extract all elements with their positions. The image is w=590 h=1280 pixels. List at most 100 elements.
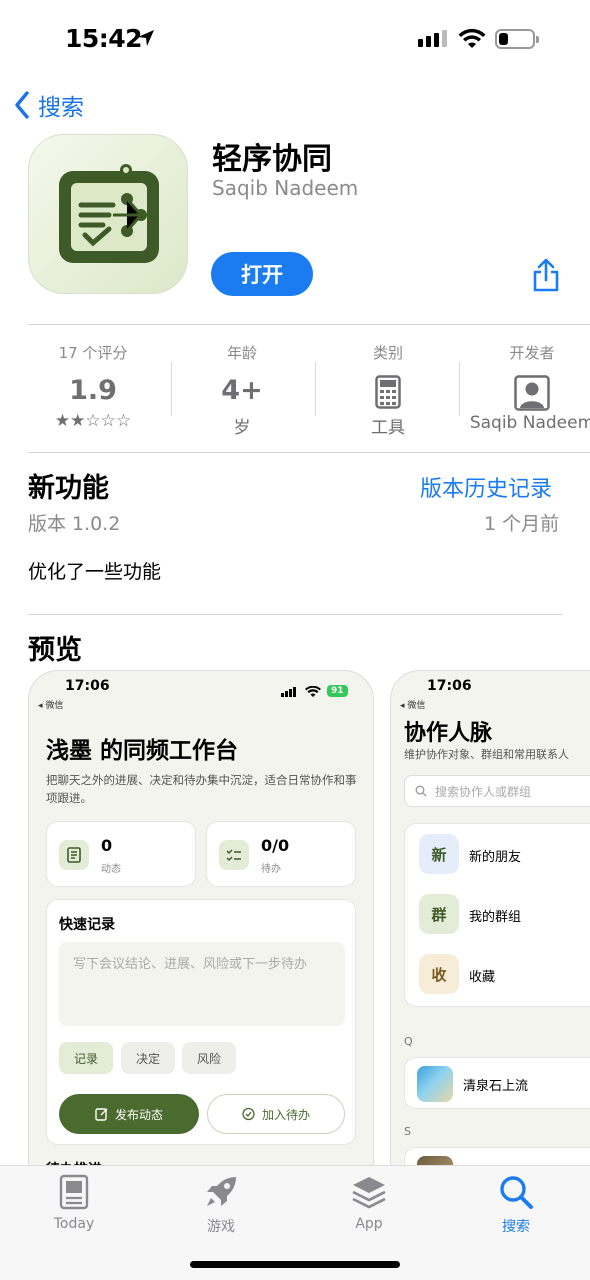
ratings-label: 17 个评分 [58,344,128,362]
preview-screenshot-2[interactable]: 17:06 ◂ 微信 协作人脉 维护协作对象、群组和常用联系人 搜索协作人或群组… [390,670,590,1190]
divider [459,362,460,416]
layers-icon [352,1177,386,1209]
rating-value: 1.9 [69,375,117,406]
divider [28,324,590,325]
my-groups-badge: 群 [419,894,459,934]
chevron-left-icon [15,91,29,119]
chip-risk[interactable]: 风险 [182,1042,236,1074]
home-indicator [190,1261,400,1268]
status-time: 15:42 [65,24,143,53]
shot-signal-icon [281,687,296,697]
shot-status-time: 17:06 [65,678,110,694]
tab-games[interactable]: 游戏 [171,1174,271,1236]
document-icon [59,840,89,870]
tab-today-label: Today [53,1216,95,1232]
tab-games-label: 游戏 [207,1219,235,1235]
age-cell: 年龄 4+ 岁 [172,336,312,446]
developer-label: 开发者 [509,344,555,362]
back-label: 搜索 [38,95,84,121]
developer-cell[interactable]: 开发者 Saqib Nadeem [462,336,590,446]
checklist-icon [219,840,249,870]
shot-description: 把聊天之外的进展、决定和待办集中沉淀，适合日常协作和事项跟进。 [46,773,357,805]
quick-record-card: 快速记录 写下会议结论、进展、风险或下一步待办 记录 决定 风险 发布动态 加入… [46,899,356,1145]
tab-today[interactable]: Today [24,1174,124,1232]
publish-button[interactable]: 发布动态 [59,1094,199,1134]
avatar [417,1066,453,1102]
preview-screenshot-1[interactable]: 17:06 ◂ 微信 91 浅墨 的同频工作台 把聊天之外的进展、决定和待办集中… [28,670,374,1190]
shot-back-wechat: ◂ 微信 [38,701,64,711]
shot-status-time: 17:06 [427,678,472,694]
age-label: 年龄 [226,344,257,362]
contacts-search-input[interactable]: 搜索协作人或群组 [404,775,590,807]
shot2-description: 维护协作对象、群组和常用联系人 [404,748,569,761]
search-placeholder: 搜索协作人或群组 [435,784,532,799]
edit-icon [95,1108,108,1121]
open-button[interactable]: 打开 [211,252,313,296]
stat-updates-label: 动态 [101,864,121,875]
release-time: 1 个月前 [484,513,560,535]
chip-decision[interactable]: 决定 [121,1042,175,1074]
wifi-icon [458,28,486,48]
stat-card-todos: 0/0 待办 [206,821,356,887]
info-strip: 17 个评分 1.9 ★★☆☆☆ 年龄 4+ 岁 类别 工具 开发者 Saqib… [0,336,590,446]
rocket-icon [207,1177,236,1206]
category-value: 工具 [371,418,405,438]
rating-stars: ★★☆☆☆ [54,411,132,431]
cellular-signal-icon [418,30,447,47]
quick-record-title: 快速记录 [59,917,115,933]
developer-name[interactable]: Saqib Nadeem [212,176,358,200]
chip-record[interactable]: 记录 [59,1042,113,1074]
publish-label: 发布动态 [114,1107,163,1122]
share-icon[interactable] [531,258,561,292]
whats-new-title: 新功能 [28,473,109,504]
person-icon [462,375,590,411]
stat-todos-label: 待办 [261,864,281,875]
add-check-icon [242,1107,255,1121]
location-icon [138,30,154,46]
shot-back-wechat: ◂ 微信 [400,701,426,711]
category-label: 类别 [372,344,403,362]
tab-apps-label: App [355,1216,383,1232]
contact-name: 清泉石上流 [463,1079,529,1094]
divider [171,362,172,416]
section-header-q: Q [404,1035,413,1048]
divider [28,614,563,615]
favorites-item[interactable]: 收藏 [469,966,495,985]
version-label: 版本 1.0.2 [28,513,121,535]
tab-search-label: 搜索 [502,1219,530,1235]
calculator-icon [318,375,458,409]
age-value: 4+ [221,375,263,406]
version-history-link[interactable]: 版本历史记录 [420,471,552,503]
quick-record-input[interactable]: 写下会议结论、进展、风险或下一步待办 [59,942,345,1026]
category-cell[interactable]: 类别 工具 [318,336,458,446]
app-icon [28,134,188,294]
age-unit: 岁 [233,418,251,438]
section-header-s: S [404,1125,411,1138]
status-bar: 15:42 [0,0,590,80]
app-store-page: 15:42 搜索 轻序协同 Saqib Nadeem 打开 17 个评分 1.9… [0,0,590,1280]
shot-battery-badge: 91 [327,685,348,697]
developer-value: Saqib Nadeem [469,413,590,433]
divider [28,452,590,453]
stat-todos-value: 0/0 [261,836,290,855]
stat-card-updates: 0 动态 [46,821,196,887]
add-todo-button[interactable]: 加入待办 [207,1094,345,1134]
contacts-menu-card: 新 新的朋友 群 我的群组 收 收藏 [404,823,590,1007]
release-notes: 优化了一些功能 [28,561,162,583]
contact-row[interactable]: 清泉石上流 [404,1057,590,1109]
add-todo-label: 加入待办 [261,1107,310,1122]
shot2-title: 协作人脉 [404,721,493,746]
divider [315,362,316,416]
my-groups-item[interactable]: 我的群组 [469,906,521,925]
favorites-badge: 收 [419,954,459,994]
today-icon [59,1174,89,1210]
tab-apps[interactable]: App [319,1174,419,1232]
preview-title: 预览 [28,635,82,666]
tab-search[interactable]: 搜索 [466,1174,566,1236]
back-button[interactable]: 搜索 [14,88,84,122]
new-friends-item[interactable]: 新的朋友 [469,846,521,865]
search-icon [500,1176,533,1209]
ratings-cell[interactable]: 17 个评分 1.9 ★★☆☆☆ [20,336,166,446]
app-name: 轻序协同 [212,142,332,177]
battery-icon [495,29,539,49]
